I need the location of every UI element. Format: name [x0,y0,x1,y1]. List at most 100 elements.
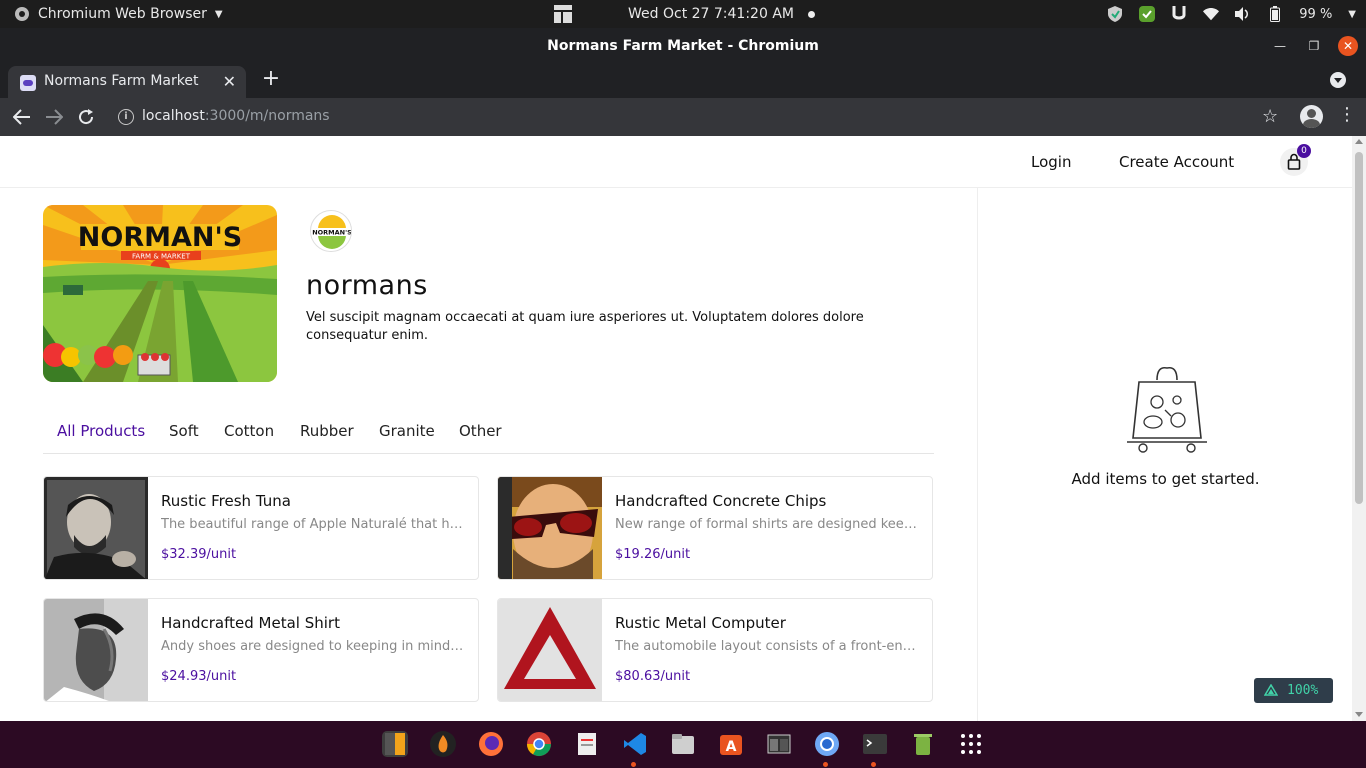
url-path: :3000/m/normans [204,108,330,124]
tab-search-icon[interactable] [1330,72,1346,88]
banner-title: NORMAN'S [78,222,242,253]
vscode-icon[interactable] [622,731,648,757]
url-host: localhost [142,108,205,124]
product-name: Rustic Fresh Tuna [161,492,291,510]
notification-dot-icon [807,10,815,18]
product-description: The beautiful range of Apple Naturalé th… [161,517,466,532]
calculator-icon[interactable] [382,731,408,757]
tab-soft[interactable]: Soft [169,422,199,440]
battery-percent: 99 % [1299,6,1333,22]
product-image [498,599,602,701]
product-description: Andy shoes are designed to keeping in mi… [161,639,466,654]
magnet-icon[interactable] [1171,6,1187,22]
bookmark-star-icon[interactable]: ☆ [1262,106,1278,127]
login-link[interactable]: Login [1031,153,1071,171]
reload-icon[interactable] [74,105,98,129]
product-description: New range of formal shirts are designed … [615,517,920,532]
flame-app-icon[interactable] [430,731,456,757]
volume-icon[interactable] [1235,6,1251,22]
create-account-link[interactable]: Create Account [1119,153,1234,171]
clock-text: Wed Oct 27 7:41:20 AM [628,6,794,22]
tab-cotton[interactable]: Cotton [224,422,274,440]
product-description: The automobile layout consists of a fron… [615,639,920,654]
browser-tab[interactable]: Normans Farm Market ✕ [8,66,246,98]
clock[interactable]: Wed Oct 27 7:41:20 AM [628,0,815,28]
firefox-icon[interactable] [478,731,504,757]
update-check-icon[interactable] [1139,6,1156,22]
chrome-icon[interactable] [526,731,552,757]
address-bar[interactable]: i localhost:3000/m/normans [108,102,1288,132]
close-window-icon[interactable]: ✕ [1338,36,1358,56]
product-image [44,477,148,579]
web-page: Login Create Account 0 NORMAN'S FARM & M… [0,136,1352,721]
market-description: Vel suscipit magnam occaecati at quam iu… [306,310,864,343]
zoom-indicator[interactable]: 100% [1254,678,1333,703]
tab-close-icon[interactable]: ✕ [223,72,236,91]
triangle-logo-icon [1264,684,1278,696]
window-layout-icon[interactable] [554,5,572,23]
new-tab-icon[interactable]: + [260,68,282,90]
svg-text:A: A [726,739,737,755]
product-name: Handcrafted Metal Shirt [161,614,340,632]
product-card[interactable]: Handcrafted Concrete Chips New range of … [497,476,933,580]
market-logo: NORMAN'S [310,210,352,252]
site-info-icon[interactable]: i [118,109,134,125]
minimize-icon[interactable]: — [1270,36,1290,56]
product-card[interactable]: Handcrafted Metal Shirt Andy shoes are d… [43,598,479,702]
browser-menu-icon[interactable]: ⋮ [1338,106,1356,124]
app-menu-label: Chromium Web Browser [38,6,207,22]
software-center-icon[interactable]: A [718,731,744,757]
scroll-up-icon[interactable] [1355,139,1363,144]
wifi-icon[interactable] [1203,6,1220,22]
battery-icon[interactable] [1267,6,1283,22]
market-name: normans [306,270,428,301]
forward-icon[interactable] [42,105,66,129]
back-icon[interactable] [10,105,34,129]
tab-rubber[interactable]: Rubber [300,422,354,440]
favicon-icon [20,75,36,91]
files-icon[interactable] [670,731,696,757]
chromium-dock-icon[interactable] [814,731,840,757]
shield-icon[interactable] [1107,6,1123,22]
app-menu[interactable]: Chromium Web Browser ▼ [14,0,223,28]
window-titlebar: Normans Farm Market - Chromium — ❐ ✕ [0,28,1366,64]
product-image [498,477,602,579]
market-banner-image: NORMAN'S FARM & MARKET [43,205,277,382]
product-card[interactable]: Rustic Metal Computer The automobile lay… [497,598,933,702]
running-indicator [631,762,636,767]
browser-toolbar: i localhost:3000/m/normans ☆ ⋮ [0,98,1366,136]
scroll-thumb[interactable] [1355,152,1363,504]
zoom-value: 100% [1287,683,1319,698]
empty-cart-illustration [1123,366,1211,456]
profile-avatar-icon[interactable] [1300,105,1323,128]
window-title: Normans Farm Market - Chromium [547,38,819,54]
url-text: localhost:3000/m/normans [142,108,330,124]
tab-other[interactable]: Other [459,422,502,440]
document-viewer-icon[interactable] [574,731,600,757]
tab-strip: Normans Farm Market ✕ + [0,64,1366,98]
cart-sidebar: Add items to get started. [977,188,1352,721]
running-indicator [871,762,876,767]
system-top-bar: Chromium Web Browser ▼ Wed Oct 27 7:41:2… [0,0,1366,28]
cart-count-badge: 0 [1297,144,1311,158]
system-monitor-icon[interactable] [766,731,792,757]
system-tray[interactable]: 99 % ▼ [1107,0,1356,28]
product-card[interactable]: Rustic Fresh Tuna The beautiful range of… [43,476,479,580]
scroll-down-icon[interactable] [1355,712,1363,717]
tab-granite[interactable]: Granite [379,422,435,440]
banner-subtitle: FARM & MARKET [132,253,191,261]
show-applications-icon[interactable] [958,731,984,757]
tab-all-products[interactable]: All Products [57,422,145,440]
trash-icon[interactable] [910,731,936,757]
terminal-icon[interactable] [862,731,888,757]
product-image [44,599,148,701]
category-tabs: All Products Soft Cotton Rubber Granite … [43,420,934,454]
maximize-icon[interactable]: ❐ [1304,36,1324,56]
power-menu-chevron-icon[interactable]: ▼ [1348,9,1356,20]
market-main: NORMAN'S FARM & MARKET NORMAN'S normans … [0,188,977,721]
empty-cart-text: Add items to get started. [1071,470,1260,488]
page-scrollbar[interactable] [1352,136,1366,721]
ubuntu-dock: A [0,721,1366,768]
product-name: Rustic Metal Computer [615,614,786,632]
product-price: $19.26/unit [615,547,691,562]
